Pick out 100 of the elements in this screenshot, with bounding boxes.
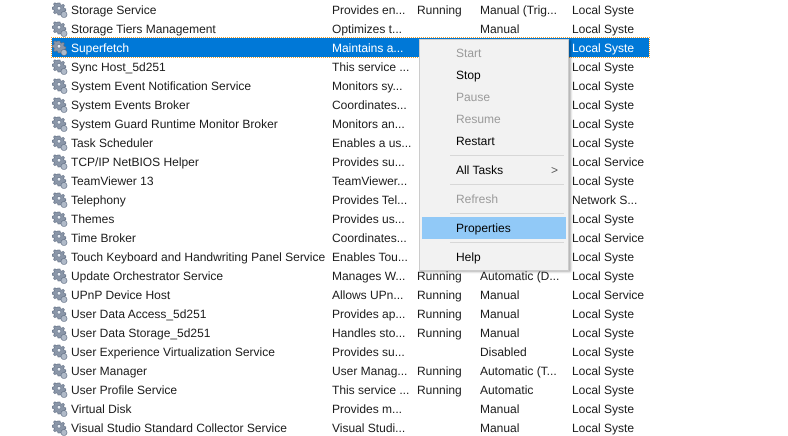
service-description: This service ... bbox=[332, 382, 410, 398]
gear-icon bbox=[52, 362, 68, 378]
menu-item[interactable]: Properties bbox=[422, 217, 566, 239]
gear-icon bbox=[52, 116, 68, 132]
log-on-as: Local Syste bbox=[572, 78, 634, 94]
startup-type: Disabled bbox=[480, 344, 527, 360]
log-on-as: Local Syste bbox=[572, 382, 634, 398]
service-description: Provides m... bbox=[332, 400, 404, 418]
log-on-as: Local Service bbox=[572, 286, 644, 304]
service-name: Storage Tiers Management bbox=[70, 20, 217, 38]
service-name: Task Scheduler bbox=[70, 134, 154, 152]
gear-icon bbox=[52, 306, 68, 322]
gear-icon bbox=[52, 248, 68, 264]
gear-icon bbox=[52, 344, 68, 360]
service-description: Provides su... bbox=[332, 154, 406, 170]
service-name: System Event Notification Service bbox=[70, 78, 252, 94]
menu-item[interactable]: Help bbox=[422, 246, 566, 268]
gear-icon bbox=[52, 286, 68, 302]
service-name: Touch Keyboard and Handwriting Panel Service bbox=[70, 248, 326, 266]
startup-type: Manual bbox=[480, 20, 520, 38]
service-name: TeamViewer 13 bbox=[70, 172, 154, 190]
log-on-as: Local Syste bbox=[572, 362, 634, 380]
gear-icon bbox=[52, 420, 68, 436]
service-description: Enables a us... bbox=[332, 134, 412, 152]
service-name: Telephony bbox=[70, 192, 127, 208]
startup-type: Automatic (D... bbox=[480, 268, 560, 284]
service-description: Provides Tel... bbox=[332, 192, 408, 208]
log-on-as: Local Syste bbox=[572, 248, 634, 266]
startup-type: Manual bbox=[480, 420, 520, 436]
service-description: Manages W... bbox=[332, 268, 406, 284]
startup-type: Manual bbox=[480, 306, 520, 322]
startup-type: Manual (Trig... bbox=[480, 2, 557, 18]
gear-icon bbox=[52, 40, 68, 56]
service-name: Superfetch bbox=[70, 40, 130, 56]
log-on-as: Local Syste bbox=[572, 172, 634, 190]
log-on-as: Network S... bbox=[572, 192, 638, 208]
gear-icon bbox=[52, 134, 68, 150]
service-name: User Experience Virtualization Service bbox=[70, 344, 276, 360]
gear-icon bbox=[52, 20, 68, 36]
service-description: This service ... bbox=[332, 58, 410, 76]
service-description: Monitors sy... bbox=[332, 78, 404, 94]
gear-icon bbox=[52, 210, 68, 226]
log-on-as: Local Syste bbox=[572, 420, 634, 436]
log-on-as: Local Syste bbox=[572, 40, 634, 56]
log-on-as: Local Syste bbox=[572, 400, 634, 418]
service-name: Update Orchestrator Service bbox=[70, 268, 224, 284]
startup-type: Automatic bbox=[480, 382, 534, 398]
service-description: Provides us... bbox=[332, 210, 406, 228]
service-name: Storage Service bbox=[70, 2, 158, 18]
service-status: Running bbox=[417, 324, 462, 342]
log-on-as: Local Syste bbox=[572, 20, 634, 38]
gear-icon bbox=[52, 172, 68, 188]
service-name: System Guard Runtime Monitor Broker bbox=[70, 116, 279, 132]
log-on-as: Local Syste bbox=[572, 268, 634, 284]
service-status: Running bbox=[417, 2, 462, 18]
gear-icon bbox=[52, 78, 68, 94]
menu-item[interactable]: Stop bbox=[422, 64, 566, 86]
log-on-as: Local Syste bbox=[572, 306, 634, 322]
service-status: Running bbox=[417, 268, 462, 284]
gear-icon bbox=[52, 96, 68, 112]
log-on-as: Local Service bbox=[572, 154, 644, 170]
gear-icon bbox=[52, 400, 68, 416]
log-on-as: Local Syste bbox=[572, 134, 634, 152]
service-description: Maintains a... bbox=[332, 40, 404, 56]
log-on-as: Local Syste bbox=[572, 58, 634, 76]
service-status: Running bbox=[417, 382, 462, 398]
log-on-as: Local Syste bbox=[572, 210, 634, 228]
service-name: UPnP Device Host bbox=[70, 286, 172, 304]
service-name: Virtual Disk bbox=[70, 400, 132, 418]
log-on-as: Local Syste bbox=[572, 324, 634, 342]
service-description: Coordinates... bbox=[332, 230, 408, 246]
service-name: Themes bbox=[70, 210, 116, 228]
gear-icon bbox=[52, 230, 68, 246]
service-description: Provides en... bbox=[332, 2, 406, 18]
service-name: User Manager bbox=[70, 362, 148, 380]
service-status: Running bbox=[417, 306, 462, 322]
log-on-as: Local Service bbox=[572, 230, 644, 246]
gear-icon bbox=[52, 382, 68, 398]
service-name: User Profile Service bbox=[70, 382, 178, 398]
service-name: User Data Access_5d251 bbox=[70, 306, 208, 322]
service-name: Time Broker bbox=[70, 230, 137, 246]
log-on-as: Local Syste bbox=[572, 344, 634, 360]
service-description: Provides su... bbox=[332, 344, 406, 360]
service-description: User Manag... bbox=[332, 362, 408, 380]
gear-icon bbox=[52, 324, 68, 340]
service-status: Running bbox=[417, 286, 462, 304]
service-description: Monitors an... bbox=[332, 116, 406, 132]
startup-type: Manual bbox=[480, 400, 520, 418]
menu-item[interactable]: All Tasks > bbox=[422, 159, 566, 181]
gear-icon bbox=[52, 2, 68, 18]
service-status: Running bbox=[417, 362, 462, 380]
menu-item[interactable]: Restart bbox=[422, 130, 566, 152]
gear-icon bbox=[52, 192, 68, 208]
service-name: TCP/IP NetBIOS Helper bbox=[70, 154, 200, 170]
service-description: TeamViewer... bbox=[332, 172, 408, 190]
service-name: System Events Broker bbox=[70, 96, 191, 114]
service-name: User Data Storage_5d251 bbox=[70, 324, 212, 342]
service-description: Allows UPn... bbox=[332, 286, 404, 304]
service-description: Visual Studi... bbox=[332, 420, 406, 436]
service-description: Provides ap... bbox=[332, 306, 406, 322]
